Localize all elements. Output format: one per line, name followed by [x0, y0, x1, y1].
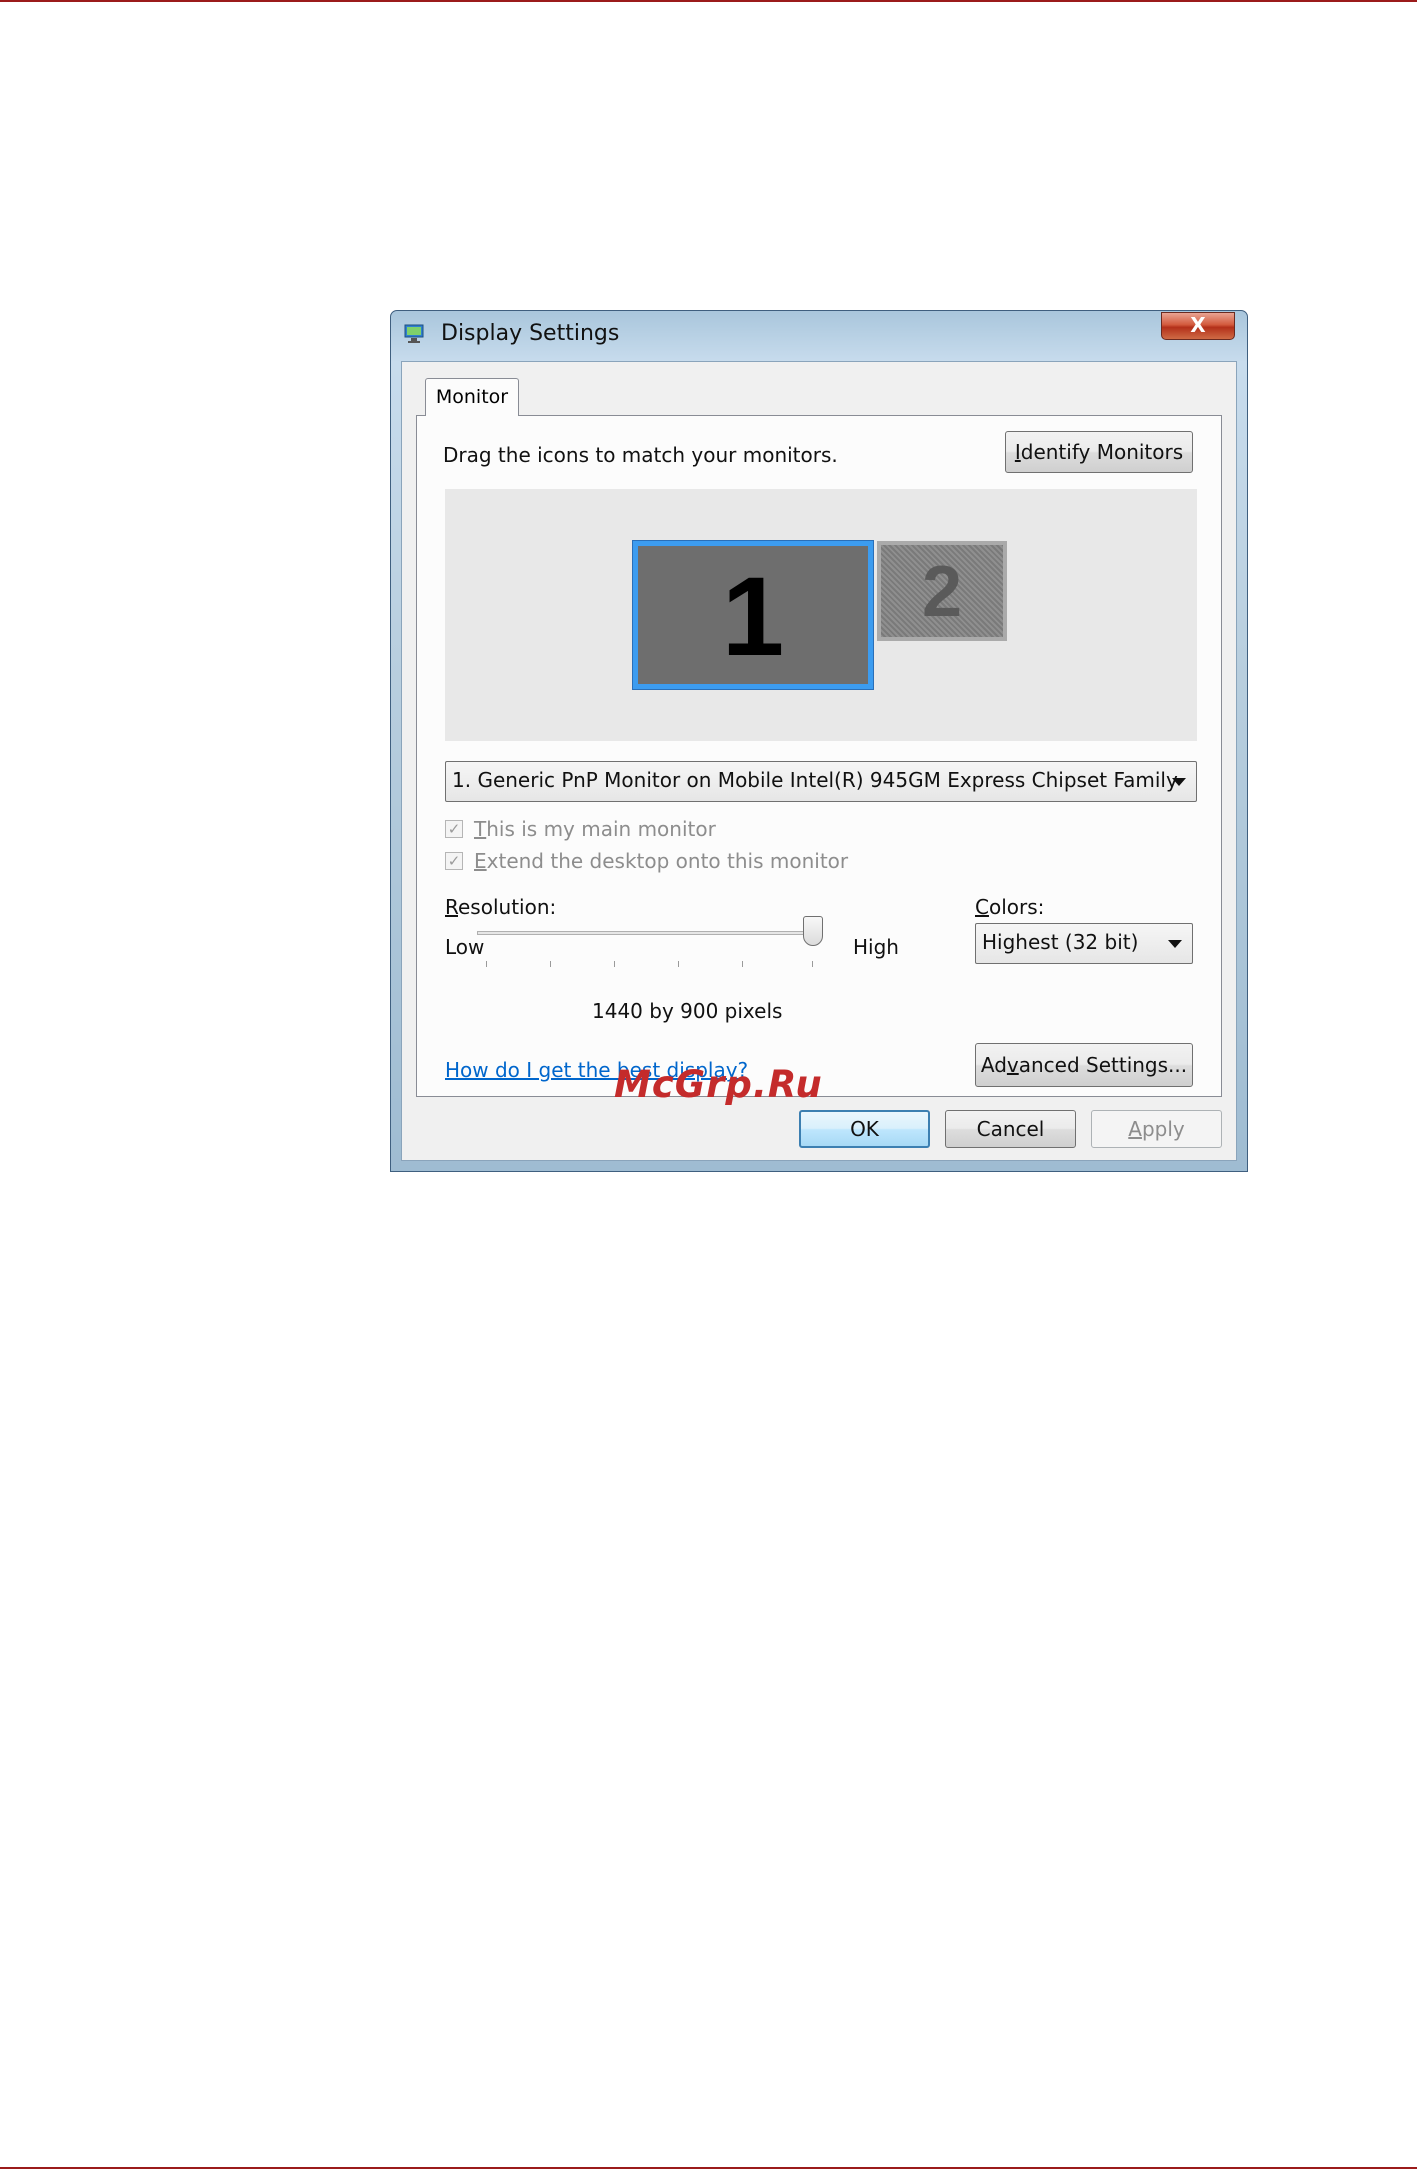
resolution-low-label: Low [445, 935, 485, 959]
monitor-select[interactable]: 1. Generic PnP Monitor on Mobile Intel(R… [445, 761, 1197, 802]
monitor-arrangement-area[interactable]: 1 2 [445, 489, 1197, 741]
slider-tick [812, 961, 813, 967]
colors-select[interactable]: Highest (32 bit) [975, 923, 1193, 964]
slider-tick [742, 961, 743, 967]
display-settings-icon [404, 324, 424, 343]
watermark-text: McGrp.Ru [614, 1063, 823, 1106]
tab-monitor[interactable]: Monitor [425, 378, 519, 416]
ok-button[interactable]: OK [799, 1110, 930, 1148]
extend-desktop-label: Extend the desktop onto this monitor [474, 849, 849, 873]
drag-instruction: Drag the icons to match your monitors. [443, 443, 838, 467]
chevron-down-icon [1172, 778, 1186, 786]
close-button[interactable]: X [1161, 312, 1235, 340]
identify-monitors-button[interactable]: Identify Monitors [1005, 431, 1193, 473]
monitor-1-number: 1 [721, 554, 785, 679]
monitor-1-icon[interactable]: 1 [632, 540, 874, 690]
chevron-down-icon [1168, 940, 1182, 948]
resolution-value: 1440 by 900 pixels [592, 999, 783, 1023]
monitor-2-icon[interactable]: 2 [877, 541, 1007, 641]
resolution-high-label: High [853, 935, 899, 959]
monitor-select-value: 1. Generic PnP Monitor on Mobile Intel(R… [452, 768, 1178, 792]
title-bar[interactable]: Display Settings X [391, 311, 1247, 357]
slider-tick [550, 961, 551, 967]
slider-tick [486, 961, 487, 967]
apply-button: Apply [1091, 1110, 1222, 1148]
monitor-tab-panel: Drag the icons to match your monitors. I… [416, 415, 1222, 1097]
main-monitor-checkbox[interactable]: ✓ [445, 820, 463, 838]
slider-tick [678, 961, 679, 967]
resolution-label: Resolution: [445, 895, 557, 919]
page-top-rule [0, 0, 1417, 2]
cancel-button[interactable]: Cancel [945, 1110, 1076, 1148]
colors-label: Colors: [975, 895, 1045, 919]
slider-tick [614, 961, 615, 967]
display-settings-window: Display Settings X Monitor Drag the icon… [390, 310, 1248, 1172]
window-title: Display Settings [441, 321, 620, 346]
page-bottom-rule [0, 2167, 1417, 2169]
dialog-client-area: Monitor Drag the icons to match your mon… [401, 361, 1237, 1161]
advanced-settings-button[interactable]: Advanced Settings... [975, 1043, 1193, 1087]
resolution-slider-thumb[interactable] [803, 916, 823, 946]
monitor-2-number: 2 [921, 552, 963, 632]
resolution-slider-track[interactable] [477, 931, 815, 935]
main-monitor-label: This is my main monitor [474, 817, 716, 841]
extend-desktop-checkbox[interactable]: ✓ [445, 852, 463, 870]
colors-select-value: Highest (32 bit) [982, 930, 1139, 954]
